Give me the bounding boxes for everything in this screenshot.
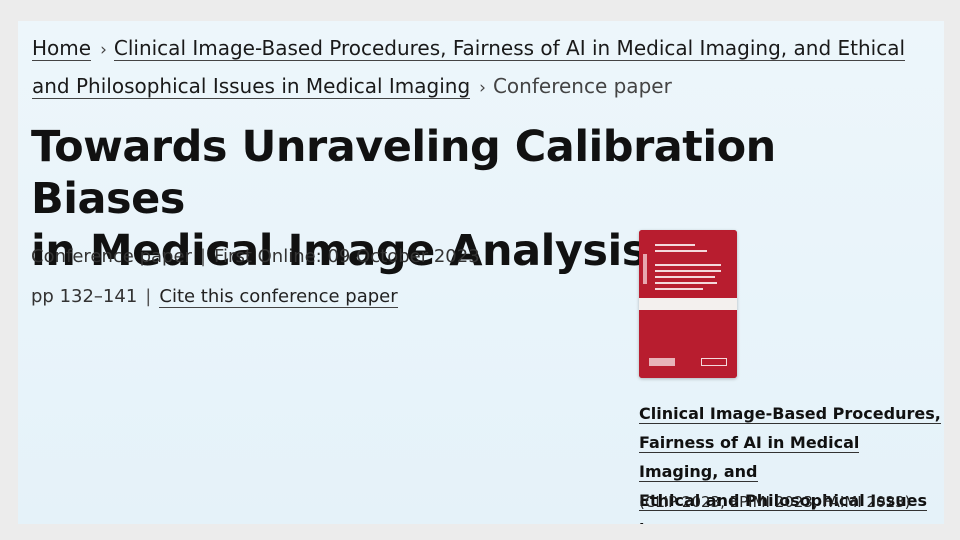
pages-cite-row: pp 132–141 | Cite this conference paper [31, 286, 398, 308]
chevron-right-icon: › [479, 78, 486, 98]
meta-separator: | [145, 286, 152, 307]
cite-paper-link[interactable]: Cite this conference paper [159, 286, 398, 308]
meta-separator: | [199, 246, 207, 267]
breadcrumb-current: Conference paper [492, 74, 672, 98]
cover-editor-line [655, 250, 707, 252]
first-online-date: First Online: 09 October 2023 [214, 246, 480, 267]
chevron-right-icon: › [100, 40, 107, 60]
book-acronyms: (CLIP 2023, EPIMI 2023, FAIMI 2023) [639, 493, 911, 511]
breadcrumb-book-link[interactable]: Clinical Image-Based Procedures, Fairnes… [32, 36, 906, 99]
book-title-line-2[interactable]: Fairness of AI in Medical Imaging, and [639, 433, 860, 482]
springer-link-icon [701, 358, 727, 366]
breadcrumb: Home › Clinical Image-Based Procedures, Fa… [32, 30, 932, 106]
page-panel: Home › Clinical Image-Based Procedures, Fa… [18, 21, 944, 524]
cover-title-line [655, 270, 721, 272]
springer-logo-icon [649, 358, 675, 366]
cover-title-line [655, 264, 721, 266]
page-range: pp 132–141 [31, 286, 138, 307]
cover-title-line [655, 276, 715, 278]
cover-spine-text [643, 254, 647, 284]
breadcrumb-home-link[interactable]: Home [32, 36, 92, 61]
book-cover-image[interactable] [639, 230, 737, 378]
cover-bottom [639, 310, 737, 378]
title-line-1: Towards Unraveling Calibration Biases [31, 122, 776, 224]
cover-editor-line [655, 244, 695, 246]
cover-title-line [655, 282, 717, 284]
paper-meta-row: Conference paper | First Online: 09 Octobe… [31, 246, 480, 267]
cover-title-line [655, 288, 703, 290]
content-type-label: Conference paper [31, 246, 192, 267]
book-title-line-1[interactable]: Clinical Image-Based Procedures, [639, 404, 941, 424]
